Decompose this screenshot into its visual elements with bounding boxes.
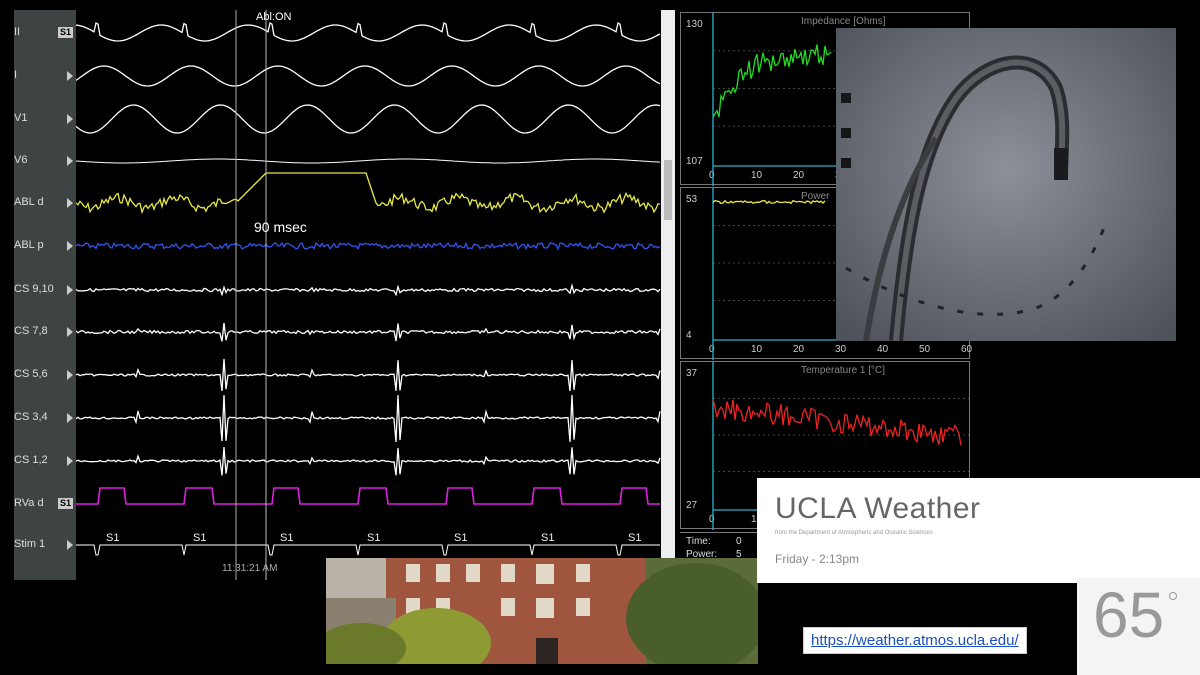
stim-s1-label: S1 <box>541 532 555 544</box>
lead-v1-trace <box>76 104 661 134</box>
channel-arrow-icon[interactable] <box>67 114 73 124</box>
channel-arrow-icon[interactable] <box>67 370 73 380</box>
channel-label: CS 9,10 <box>14 283 54 295</box>
channel-arrow-icon[interactable] <box>67 71 73 81</box>
channel-marker: S1 <box>58 498 74 509</box>
weather-subtitle: from the Department of Atmospheric and O… <box>775 530 933 536</box>
channel-label: CS 1,2 <box>14 454 48 466</box>
channel-arrow-icon[interactable] <box>67 241 73 251</box>
time-value: 0 <box>736 536 742 547</box>
fluoroscopy-image <box>836 28 1176 341</box>
time-label: Time: <box>686 536 711 547</box>
channel-label: CS 5,6 <box>14 368 48 380</box>
lead-ii-trace <box>76 21 661 42</box>
channel-label: RVa d <box>14 497 44 509</box>
channel-label: CS 3,4 <box>14 411 48 423</box>
channel-arrow-icon[interactable] <box>67 540 73 550</box>
weather-time: Friday - 2:13pm <box>775 552 860 566</box>
ep-scroll-thumb[interactable] <box>664 160 672 220</box>
delay-measurement-label: 90 msec <box>254 219 307 235</box>
abl-proximal-trace <box>76 241 661 251</box>
weather-temperature-card: 65 <box>1077 578 1200 675</box>
channel-label-column: II S1 I V1 V6 ABL d ABL p CS 9,10 CS 7,8 CS 5,6 CS… <box>14 10 76 580</box>
stim-s1-label: S1 <box>193 532 207 544</box>
weather-card: UCLA Weather from the Department of Atmo… <box>757 478 1200 583</box>
cs-7-8-trace <box>76 322 661 342</box>
channel-marker: S1 <box>58 27 74 38</box>
stim-s1-label: S1 <box>280 532 294 544</box>
ep-timestamp: 11:31:21 AM <box>222 563 278 574</box>
cs-1-2-trace <box>76 447 661 476</box>
rva-distal-trace <box>76 487 660 505</box>
channel-arrow-icon[interactable] <box>67 198 73 208</box>
stim-trace <box>76 544 660 556</box>
channel-arrow-icon[interactable] <box>67 456 73 466</box>
ep-recording-panel: II S1 I V1 V6 ABL d ABL p CS 9,10 CS 7,8 CS 5,6 CS… <box>14 10 677 580</box>
abl-distal-trace <box>76 172 661 215</box>
weather-url-link[interactable]: https://weather.atmos.ucla.edu/ <box>803 627 1027 654</box>
stim-s1-label: S1 <box>628 532 642 544</box>
stim-s1-label: S1 <box>106 532 120 544</box>
ablation-status: Abl:ON <box>256 11 292 23</box>
channel-label: I <box>14 69 18 81</box>
channel-label: ABL p <box>14 239 44 251</box>
stim-s1-label: S1 <box>367 532 381 544</box>
cs-9-10-trace <box>76 283 661 297</box>
ep-scrollbar[interactable] <box>661 10 675 558</box>
cs-5-6-trace <box>76 358 661 391</box>
lead-v6-trace <box>76 158 661 164</box>
weather-temperature: 65 <box>1093 579 1165 651</box>
weather-title: UCLA Weather <box>775 492 981 525</box>
channel-arrow-icon[interactable] <box>67 156 73 166</box>
degree-icon <box>1169 592 1177 600</box>
lead-i-trace <box>76 65 661 87</box>
ep-traces <box>76 10 661 580</box>
stim-s1-label: S1 <box>454 532 468 544</box>
channel-label: V6 <box>14 154 28 166</box>
channel-label: V1 <box>14 112 28 124</box>
channel-arrow-icon[interactable] <box>67 413 73 423</box>
channel-arrow-icon[interactable] <box>67 327 73 337</box>
campus-building-photo <box>326 558 758 664</box>
channel-label: CS 7,8 <box>14 325 48 337</box>
channel-label: Stim 1 <box>14 538 46 550</box>
cs-3-4-trace <box>76 394 661 443</box>
channel-arrow-icon[interactable] <box>67 285 73 295</box>
channel-label: II <box>14 26 21 38</box>
channel-label: ABL d <box>14 196 44 208</box>
